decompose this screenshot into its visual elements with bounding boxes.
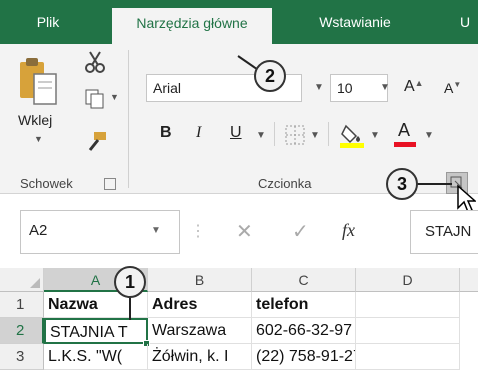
callout-1: 1 (114, 266, 146, 298)
callout-2: 2 (254, 60, 286, 92)
callout-3: 3 (386, 168, 418, 200)
